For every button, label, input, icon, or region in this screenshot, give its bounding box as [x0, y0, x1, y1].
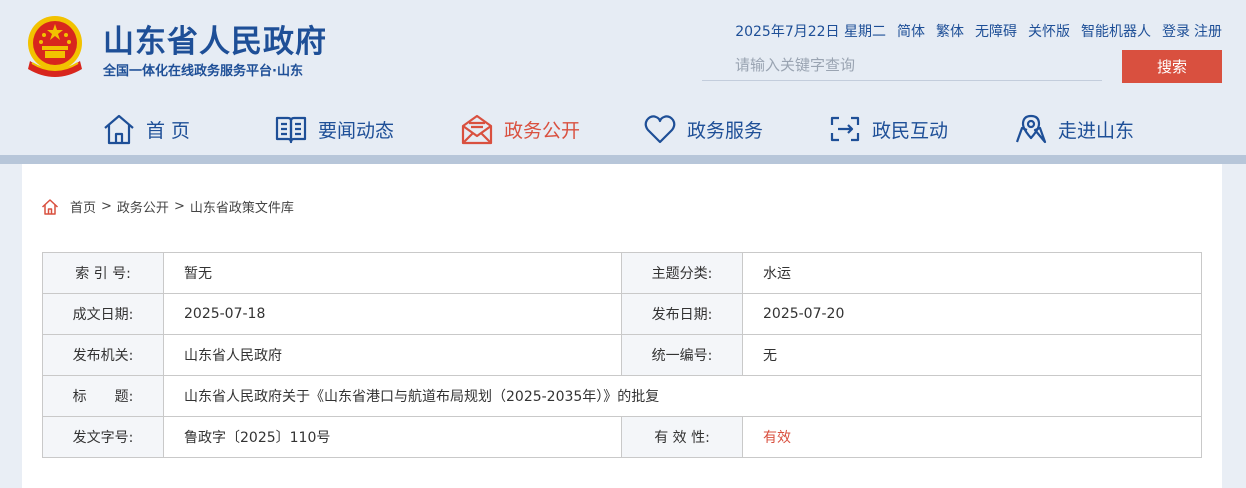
- breadcrumb-home[interactable]: 首页: [70, 197, 96, 216]
- index-label: 索 引 号:: [42, 252, 164, 294]
- nav-item-label: 政民互动: [872, 119, 949, 142]
- title-value: 山东省人民政府关于《山东省港口与航道布局规划（2025-2035年）》的批复: [163, 375, 1202, 417]
- table-row: 成文日期: 2025-07-18 发布日期: 2025-07-20: [42, 293, 1202, 335]
- breadcrumb-separator: >: [173, 199, 185, 214]
- unified-code-value: 无: [742, 334, 1202, 376]
- interaction-icon: [830, 116, 860, 142]
- nav-item-label: 走进山东: [1058, 119, 1135, 142]
- issuer-label: 发布机关:: [42, 334, 164, 376]
- title-label: 标 题:: [42, 375, 164, 417]
- document-info-table: 索 引 号: 暂无 主题分类: 水运 成文日期: 2025-07-18 发布日期…: [42, 252, 1202, 458]
- register-link[interactable]: 注册: [1194, 21, 1222, 41]
- document-number-value: 鲁政字〔2025〕110号: [163, 416, 622, 458]
- mail-open-icon: [461, 114, 493, 145]
- elderly-mode-link[interactable]: 关怀版: [1028, 21, 1070, 41]
- unified-code-label: 统一编号:: [621, 334, 743, 376]
- table-row: 发布机关: 山东省人民政府 统一编号: 无: [42, 334, 1202, 376]
- site-title[interactable]: 山东省人民政府: [103, 16, 327, 61]
- topic-label: 主题分类:: [621, 252, 743, 294]
- search-button[interactable]: 搜索: [1122, 50, 1222, 83]
- nav-item-home[interactable]: 首 页: [102, 109, 190, 149]
- breadcrumb-policy-library[interactable]: 山东省政策文件库: [190, 197, 294, 216]
- issuer-value: 山东省人民政府: [163, 334, 622, 376]
- national-emblem-icon[interactable]: [22, 13, 88, 81]
- top-links-bar: 2025年7月22日 星期二 简体 繁体 无障碍 关怀版 智能机器人 登录 注册: [735, 21, 1222, 41]
- search-box: [702, 50, 1102, 81]
- breadcrumb: 首页 > 政务公开 > 山东省政策文件库: [41, 197, 294, 216]
- login-link[interactable]: 登录: [1162, 21, 1190, 41]
- site-subtitle: 全国一体化在线政务服务平台·山东: [103, 64, 303, 79]
- nav-item-services[interactable]: 政务服务: [643, 109, 763, 149]
- nav-item-government-affairs[interactable]: 政务公开: [460, 109, 580, 149]
- created-date-label: 成文日期:: [42, 293, 164, 335]
- nav-item-about-shandong[interactable]: 走进山东: [1014, 109, 1134, 149]
- validity-value: 有效: [742, 416, 1202, 458]
- traditional-chinese-link[interactable]: 繁体: [936, 21, 964, 41]
- accessibility-link[interactable]: 无障碍: [975, 21, 1017, 41]
- map-pin-icon: [1015, 114, 1047, 144]
- search-input[interactable]: [702, 50, 1102, 80]
- nav-item-label: 政务服务: [687, 119, 764, 142]
- document-number-label: 发文字号:: [42, 416, 164, 458]
- published-date-value: 2025-07-20: [742, 293, 1202, 335]
- nav-divider: [0, 155, 1246, 164]
- home-icon: [104, 114, 134, 145]
- current-date: 2025年7月22日 星期二: [735, 24, 886, 40]
- nav-item-label: 首 页: [146, 119, 191, 142]
- nav-item-label: 政务公开: [504, 119, 581, 142]
- table-row: 发文字号: 鲁政字〔2025〕110号 有 效 性: 有效: [42, 416, 1202, 458]
- validity-label: 有 效 性:: [621, 416, 743, 458]
- robot-assistant-link[interactable]: 智能机器人: [1081, 21, 1151, 41]
- topic-value: 水运: [742, 252, 1202, 294]
- book-icon: [275, 116, 307, 144]
- home-icon[interactable]: [41, 198, 59, 216]
- main-nav: 首 页 要闻动态 政务公开 政务服务 政民互动 走进山东: [0, 100, 1246, 155]
- breadcrumb-government-affairs[interactable]: 政务公开: [117, 197, 169, 216]
- table-row: 索 引 号: 暂无 主题分类: 水运: [42, 252, 1202, 294]
- main-content: 首页 > 政务公开 > 山东省政策文件库 索 引 号: 暂无 主题分类: 水运 …: [22, 164, 1222, 488]
- table-row: 标 题: 山东省人民政府关于《山东省港口与航道布局规划（2025-2035年）》…: [42, 375, 1202, 417]
- nav-item-interaction[interactable]: 政民互动: [828, 109, 948, 149]
- breadcrumb-separator: >: [101, 199, 112, 214]
- simplified-chinese-link[interactable]: 简体: [897, 21, 925, 41]
- index-value: 暂无: [163, 252, 622, 294]
- nav-item-news[interactable]: 要闻动态: [274, 109, 394, 149]
- site-header: 山东省人民政府 全国一体化在线政务服务平台·山东 2025年7月22日 星期二 …: [0, 0, 1246, 158]
- heart-icon: [644, 115, 676, 144]
- nav-item-label: 要闻动态: [318, 119, 395, 142]
- published-date-label: 发布日期:: [621, 293, 743, 335]
- created-date-value: 2025-07-18: [163, 293, 622, 335]
